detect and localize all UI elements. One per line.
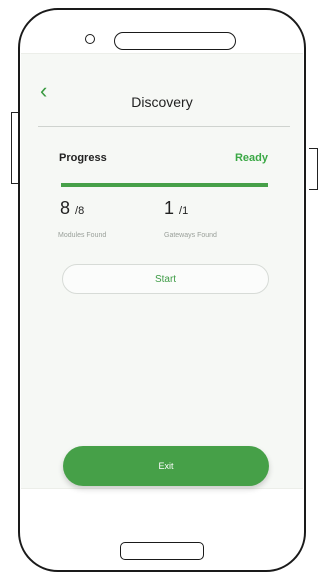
modules-total-value: /8 bbox=[75, 205, 85, 217]
camera-icon bbox=[85, 34, 95, 44]
header-divider bbox=[38, 126, 290, 127]
modules-caption: Modules Found bbox=[58, 232, 107, 239]
progress-bar-fill bbox=[61, 183, 268, 187]
home-button[interactable] bbox=[120, 542, 204, 560]
back-chevron-icon[interactable]: ‹ bbox=[40, 78, 47, 104]
progress-label: Progress bbox=[59, 152, 107, 164]
status-text: Ready bbox=[234, 152, 268, 164]
speaker-grille bbox=[114, 32, 236, 50]
gateways-total-value: /1 bbox=[179, 205, 189, 217]
page-title: Discovery bbox=[131, 94, 193, 110]
gateways-caption: Gateways Found bbox=[164, 232, 217, 239]
modules-count: 8/8 bbox=[60, 198, 84, 219]
gateways-found-value: 1 bbox=[164, 198, 175, 218]
start-button[interactable]: Start bbox=[62, 264, 269, 294]
progress-bar bbox=[61, 183, 268, 187]
modules-found-value: 8 bbox=[60, 198, 71, 218]
gateways-count: 1/1 bbox=[164, 198, 188, 219]
phone-side-button-right bbox=[309, 148, 318, 190]
exit-button[interactable]: Exit bbox=[63, 446, 269, 486]
